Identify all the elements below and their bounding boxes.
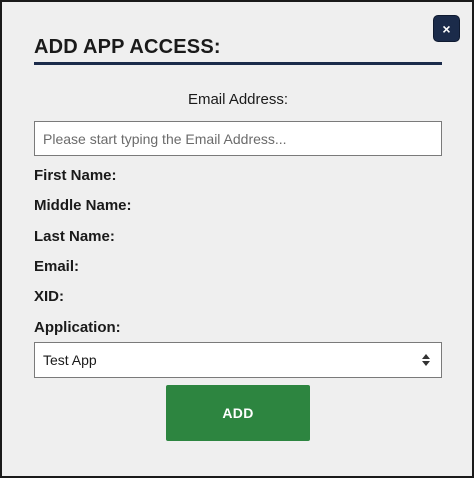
email-address-label: Email Address: <box>187 91 289 108</box>
application-selected-value: Test App <box>43 352 97 368</box>
first-name-label: First Name: <box>34 167 117 184</box>
add-app-access-modal: × ADD APP ACCESS: Email Address: First N… <box>0 0 474 478</box>
close-icon: × <box>442 20 451 37</box>
xid-label: XID: <box>34 288 64 305</box>
application-select[interactable]: Test App <box>34 342 442 378</box>
select-arrows-icon <box>421 352 431 368</box>
email-label: Email: <box>34 258 80 275</box>
title-divider <box>34 62 442 65</box>
modal-title: ADD APP ACCESS: <box>34 36 221 58</box>
add-button[interactable]: ADD <box>166 385 310 441</box>
application-label: Application: <box>34 319 121 336</box>
last-name-label: Last Name: <box>34 228 115 245</box>
email-address-input[interactable] <box>34 121 442 156</box>
close-button[interactable]: × <box>434 16 459 41</box>
middle-name-label: Middle Name: <box>34 197 132 214</box>
